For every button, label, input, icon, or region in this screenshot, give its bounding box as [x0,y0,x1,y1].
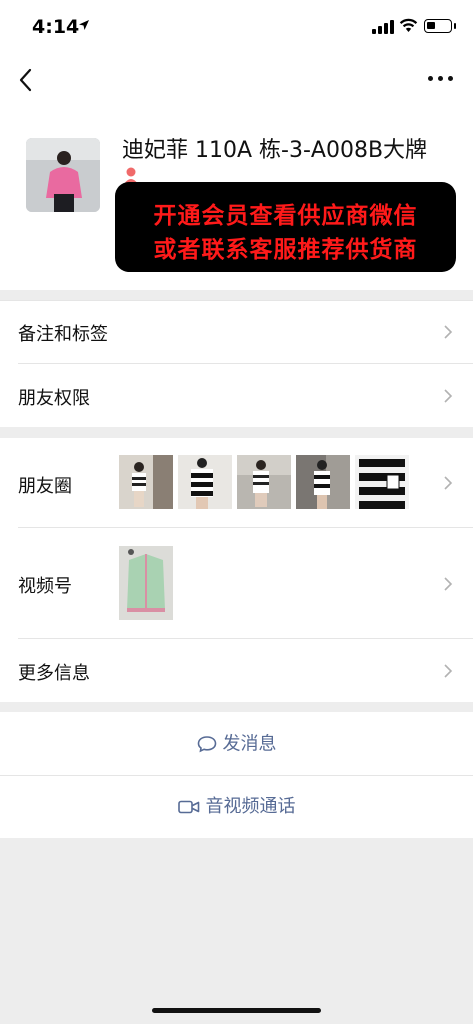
row-channels[interactable]: 视频号 [0,528,473,638]
chevron-right-icon [444,476,453,490]
moments-photo[interactable] [237,455,291,509]
avatar[interactable] [26,138,100,212]
wifi-icon [399,18,418,32]
chevron-right-icon [444,389,453,403]
row-remarks-label: 备注和标签 [18,324,108,345]
moments-photo[interactable] [296,455,350,509]
settings-section: 备注和标签 朋友权限 [0,300,473,427]
battery-icon [424,19,452,33]
row-more-info[interactable]: 更多信息 [0,639,473,702]
more-dots-icon[interactable] [428,74,454,84]
row-moments-label: 朋友圈 [18,476,72,497]
action-section: 发消息 音视频通话 [0,712,473,838]
status-time: 4:14 [32,16,80,38]
chevron-right-icon [444,577,453,591]
send-message-label: 发消息 [222,733,277,755]
chevron-right-icon [444,664,453,678]
moments-photo[interactable] [355,455,409,509]
row-channels-label: 视频号 [18,576,72,597]
send-message-button[interactable]: 发消息 [0,712,473,775]
location-arrow-icon [79,20,89,30]
status-bar: 4:14 [0,0,473,56]
contact-name: 迪妃菲 110A 栋-3-A008B大牌 [122,138,428,163]
av-call-button[interactable]: 音视频通话 [0,776,473,838]
home-indicator[interactable] [152,1008,321,1013]
banner-line-2: 或者联系客服推荐供货商 [153,237,418,263]
moments-photo[interactable] [178,455,232,509]
moments-photo[interactable] [119,455,173,509]
video-camera-icon [177,800,199,814]
av-call-label: 音视频通话 [205,796,296,817]
row-remarks-tags[interactable]: 备注和标签 [0,300,473,363]
row-more-info-label: 更多信息 [18,663,90,684]
promo-banner: 开通会员查看供应商微信 或者联系客服推荐供货商 [115,182,456,272]
row-permissions-label: 朋友权限 [18,388,90,409]
row-friend-permissions[interactable]: 朋友权限 [0,364,473,427]
chat-bubble-icon [197,736,216,753]
signal-icon [372,20,394,34]
battery-cap [454,23,456,29]
back-chevron-icon[interactable] [14,66,40,94]
banner-line-1: 开通会员查看供应商微信 [153,203,418,229]
chevron-right-icon [444,325,453,339]
channels-video-thumbnail[interactable] [119,546,173,620]
